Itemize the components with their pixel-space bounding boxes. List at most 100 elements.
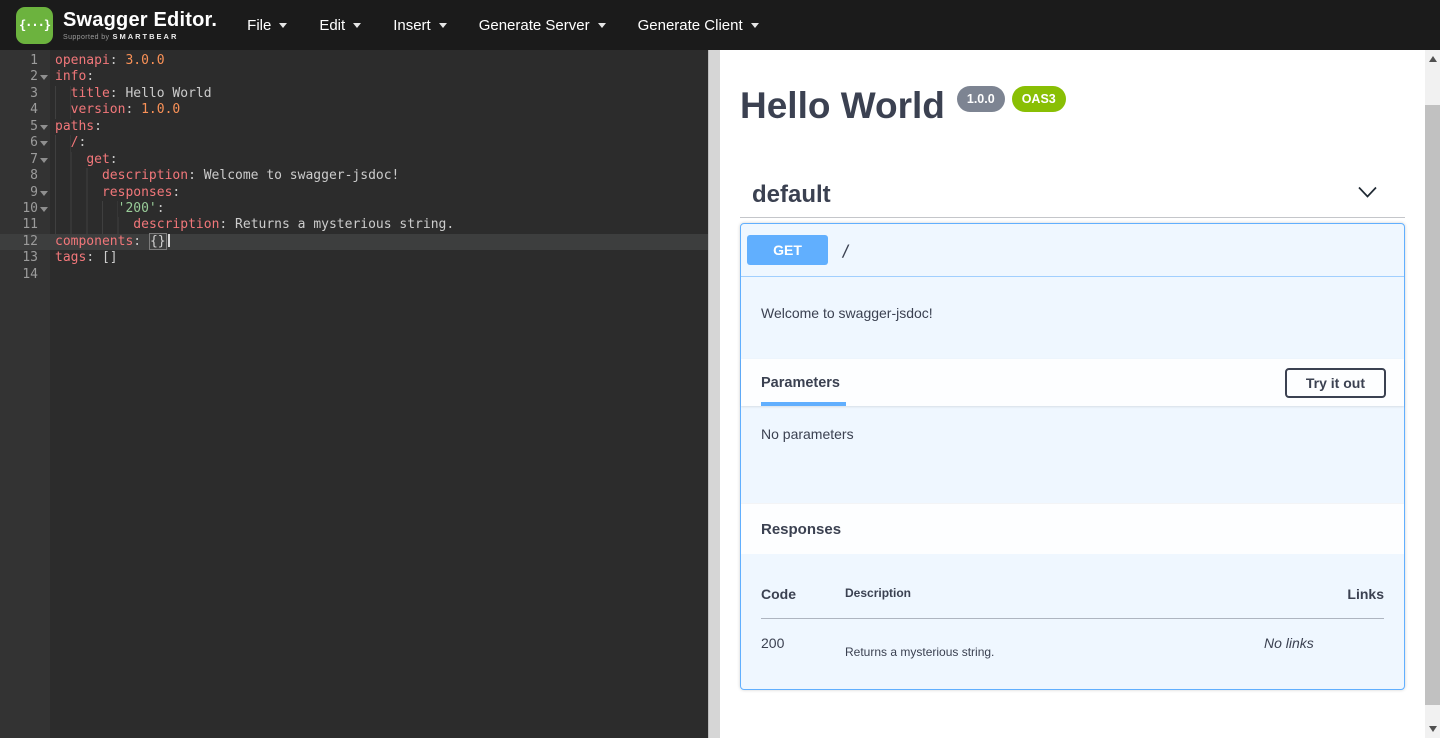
vertical-scrollbar[interactable] xyxy=(1425,50,1440,738)
fold-gutter xyxy=(38,250,50,266)
yaml-editor[interactable]: 1openapi: 3.0.02info:3title: Hello World… xyxy=(0,50,708,738)
token-punct: : xyxy=(86,69,94,84)
tag-section-default[interactable]: default xyxy=(740,172,1405,218)
responses-body: Code Description Links 200Returns a myst… xyxy=(741,554,1404,689)
api-info-header: Hello World 1.0.0 OAS3 xyxy=(740,86,1405,126)
col-header-links: Links xyxy=(1264,586,1384,619)
code-text: info: xyxy=(50,69,94,85)
menu-edit[interactable]: Edit xyxy=(303,7,377,44)
fold-gutter xyxy=(38,102,50,118)
token-punct: : xyxy=(110,152,118,167)
code-text: description: Welcome to swagger-jsdoc! xyxy=(50,168,399,184)
menubar: File Edit InsertGenerate ServerGenerate Cl… xyxy=(231,7,775,44)
scrollbar-thumb[interactable] xyxy=(1425,105,1440,705)
smartbear-label: SMARTBEAR xyxy=(112,32,178,41)
code-line: 13 tags: [] xyxy=(0,250,708,266)
indent-guides xyxy=(55,201,118,217)
fold-arrow-icon xyxy=(40,158,48,163)
fold-toggle-icon[interactable] xyxy=(38,185,50,201)
token-key: responses xyxy=(102,185,172,200)
code-text: paths: xyxy=(50,119,102,135)
swagger-editor-logo[interactable]: {···} Swagger Editor. Supported bySMARTB… xyxy=(0,7,217,44)
responses-tbody: 200Returns a mysterious string.No links xyxy=(761,619,1384,690)
token-punct: : xyxy=(86,250,102,265)
fold-toggle-icon[interactable] xyxy=(38,152,50,168)
fold-arrow-icon xyxy=(40,75,48,80)
fold-toggle-icon[interactable] xyxy=(38,135,50,151)
responses-table-header: Code Description Links xyxy=(761,586,1384,619)
code-text: tags: [] xyxy=(50,250,118,266)
code-text: version: 1.0.0 xyxy=(50,102,180,118)
try-it-out-button[interactable]: Try it out xyxy=(1285,368,1386,398)
line-number: 11 xyxy=(0,217,38,233)
col-header-code: Code xyxy=(761,586,845,619)
fold-gutter xyxy=(38,267,50,283)
operation-summary[interactable]: GET / xyxy=(741,224,1404,277)
menu-insert[interactable]: Insert xyxy=(377,7,463,44)
scroll-down-icon[interactable] xyxy=(1425,721,1440,738)
code-line: 8description: Welcome to swagger-jsdoc! xyxy=(0,168,708,184)
token-key: info xyxy=(55,69,86,84)
code-line: 12components: {} xyxy=(0,234,708,250)
badges: 1.0.0 OAS3 xyxy=(957,86,1066,112)
token-num: 1.0.0 xyxy=(141,102,180,117)
token-punct: : xyxy=(188,168,204,183)
code-text: openapi: 3.0.0 xyxy=(50,53,165,69)
token-plain: [] xyxy=(102,250,118,265)
menu-generate-client[interactable]: Generate Client xyxy=(622,7,775,44)
token-punct: : xyxy=(94,119,102,134)
code-line: 11 description: Returns a mysterious stri… xyxy=(0,217,708,233)
swagger-logo-icon: {···} xyxy=(16,7,53,44)
menu-label: Edit xyxy=(319,17,345,34)
response-row: 200Returns a mysterious string.No links xyxy=(761,619,1384,690)
top-navbar: {···} Swagger Editor. Supported bySMARTB… xyxy=(0,0,1440,50)
code-line: 4version: 1.0.0 xyxy=(0,102,708,118)
responses-header: Responses xyxy=(741,503,1404,554)
pane-splitter[interactable] xyxy=(708,50,720,738)
doc-content: Hello World 1.0.0 OAS3 default GET / xyxy=(720,86,1425,690)
line-number: 2 xyxy=(0,69,38,85)
indent-guides xyxy=(55,168,102,184)
line-number: 13 xyxy=(0,250,38,266)
oas3-badge: OAS3 xyxy=(1012,86,1066,112)
caret-down-icon xyxy=(353,23,361,28)
code-text: description: Returns a mysterious string… xyxy=(50,217,454,233)
code-text: title: Hello World xyxy=(50,86,212,102)
parameters-body: No parameters xyxy=(741,406,1404,503)
fold-toggle-icon[interactable] xyxy=(38,119,50,135)
code-line: 7get: xyxy=(0,152,708,168)
responses-title: Responses xyxy=(761,521,841,538)
line-number: 9 xyxy=(0,185,38,201)
fold-arrow-icon xyxy=(40,191,48,196)
caret-down-icon xyxy=(279,23,287,28)
line-number: 10 xyxy=(0,201,38,217)
code-text: responses: xyxy=(50,185,180,201)
caret-down-icon xyxy=(751,23,759,28)
code-line: 6 /: xyxy=(0,135,708,151)
token-punct: : xyxy=(78,135,86,150)
indent-guides xyxy=(55,102,71,118)
fold-toggle-icon[interactable] xyxy=(38,69,50,85)
menu-file[interactable]: File xyxy=(231,7,303,44)
token-key: get xyxy=(86,152,109,167)
version-badge: 1.0.0 xyxy=(957,86,1005,112)
code-lines: 1openapi: 3.0.02info:3title: Hello World… xyxy=(0,53,708,283)
token-key: description xyxy=(102,168,188,183)
token-punct: : xyxy=(172,185,180,200)
token-plain: Returns a mysterious string. xyxy=(235,217,454,232)
tab-parameters[interactable]: Parameters xyxy=(761,375,840,391)
menu-generate-server[interactable]: Generate Server xyxy=(463,7,622,44)
caret-down-icon xyxy=(439,23,447,28)
indent-guides xyxy=(55,152,86,168)
fold-toggle-icon[interactable] xyxy=(38,201,50,217)
token-plain: Hello World xyxy=(125,86,211,101)
line-number: 12 xyxy=(0,234,38,250)
col-header-description: Description xyxy=(845,586,1264,619)
line-number: 6 xyxy=(0,135,38,151)
indent-guides xyxy=(55,217,133,233)
code-text: /: xyxy=(50,135,86,151)
scroll-up-icon[interactable] xyxy=(1425,50,1440,67)
fold-arrow-icon xyxy=(40,125,48,130)
token-key: title xyxy=(71,86,110,101)
token-num: 3.0.0 xyxy=(125,53,164,68)
